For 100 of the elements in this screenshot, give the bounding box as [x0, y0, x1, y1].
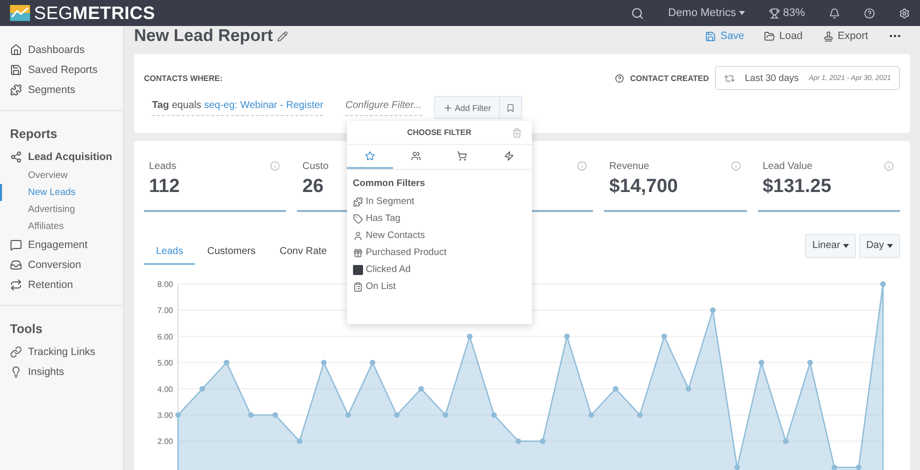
- sidebar-heading: Reports: [9, 126, 58, 143]
- settings-icon[interactable]: [899, 8, 910, 18]
- axis-tick-label: 2.00: [157, 437, 173, 446]
- folder-icon: [764, 30, 776, 42]
- data-point: [832, 464, 838, 470]
- sidebar-item[interactable]: Conversion: [0, 255, 123, 275]
- caret-icon: [887, 244, 893, 248]
- account-menu[interactable]: Demo Metrics: [668, 7, 745, 19]
- data-point: [491, 412, 497, 418]
- data-point: [272, 412, 278, 418]
- data-point: [856, 464, 862, 470]
- sidebar-heading: Tools: [9, 321, 44, 338]
- date-field-label: CONTACT CREATED: [630, 74, 709, 82]
- data-point: [612, 386, 618, 392]
- data-point: [296, 438, 302, 444]
- menu-item[interactable]: Clicked Ad: [346, 261, 532, 278]
- inbox-icon: [10, 259, 22, 271]
- section-label: CONTACTS WHERE:: [144, 74, 224, 82]
- sidebar-item[interactable]: Lead Acquisition: [0, 147, 123, 167]
- data-point: [734, 464, 740, 470]
- data-point: [370, 360, 376, 366]
- tag-icon: [352, 214, 363, 224]
- data-point: [224, 360, 230, 366]
- bell-icon[interactable]: [829, 8, 840, 18]
- data-point: [637, 412, 643, 418]
- toolbar-button[interactable]: Export: [822, 30, 868, 42]
- metric-value: 26: [302, 176, 324, 198]
- menu-item[interactable]: On List: [346, 278, 532, 295]
- sidebar-item[interactable]: Segments: [0, 80, 123, 100]
- filter-condition[interactable]: Tag equals seq-eg: Webinar - Register: [152, 100, 324, 116]
- trash-icon[interactable]: [512, 128, 522, 138]
- score-badge[interactable]: 83%: [768, 7, 805, 19]
- menu-item[interactable]: Purchased Product: [346, 244, 532, 261]
- help-icon[interactable]: [615, 74, 624, 82]
- metric-label: Leads: [149, 161, 176, 172]
- sidebar-item[interactable]: Insights: [0, 362, 123, 382]
- data-point: [564, 334, 570, 340]
- brand-name: SEGMETRICS: [34, 2, 156, 24]
- configure-filter-field[interactable]: Configure Filter...: [345, 100, 422, 116]
- caret-icon: [843, 244, 850, 248]
- metric-label: Custo: [302, 161, 329, 172]
- caret-icon: [738, 11, 745, 15]
- plus-icon: [442, 102, 453, 112]
- menu-item[interactable]: New Contacts: [346, 227, 532, 244]
- info-icon[interactable]: [884, 161, 894, 171]
- data-point: [807, 360, 813, 366]
- data-point: [466, 334, 473, 340]
- data-point: [200, 386, 206, 392]
- data-point: [540, 438, 546, 444]
- stamp-icon: [822, 30, 834, 42]
- sidebar-item[interactable]: Retention: [0, 275, 123, 295]
- puzzle-icon: [10, 84, 22, 96]
- home-icon: [10, 44, 22, 56]
- info-icon[interactable]: [577, 161, 588, 171]
- metric-label: Revenue: [609, 161, 650, 172]
- menu-title: CHOOSE FILTER: [407, 128, 472, 137]
- data-point: [418, 386, 424, 392]
- bookmark-button[interactable]: [500, 96, 522, 119]
- add-filter-button[interactable]: Add Filter: [434, 96, 500, 119]
- sidebar-subitem[interactable]: Advertising: [0, 201, 123, 218]
- sidebar-item[interactable]: Engagement: [0, 235, 123, 255]
- sidebar-item[interactable]: Tracking Links: [0, 342, 123, 362]
- data-point: [758, 360, 764, 366]
- repeat-icon: [724, 72, 735, 84]
- sidebar-item[interactable]: Dashboards: [0, 40, 123, 60]
- bolt-icon: [504, 151, 514, 161]
- data-point: [345, 412, 351, 418]
- bookmark-icon: [506, 102, 516, 112]
- metric-value: $14,700: [609, 176, 678, 198]
- toolbar-button[interactable]: Load: [764, 30, 803, 42]
- dropdown-button[interactable]: Linear: [805, 234, 856, 258]
- search-icon[interactable]: [631, 6, 644, 20]
- gift-icon: [352, 248, 363, 258]
- share-icon: [10, 151, 22, 163]
- data-point: [442, 412, 448, 418]
- axis-tick-label: 3.00: [157, 411, 173, 420]
- data-point: [516, 438, 522, 444]
- sidebar-subitem[interactable]: Affiliates: [0, 218, 123, 235]
- data-point: [661, 334, 667, 340]
- page-title: New Lead Report: [134, 26, 273, 46]
- menu-item[interactable]: Has Tag: [346, 210, 532, 227]
- dropdown-button[interactable]: Day: [859, 234, 900, 258]
- sidebar-subitem[interactable]: Overview: [0, 167, 123, 184]
- save-icon: [705, 30, 716, 42]
- chart-tab[interactable]: Conv Rate: [268, 240, 339, 265]
- pencil-icon[interactable]: [276, 30, 288, 42]
- menu-item[interactable]: In Segment: [346, 193, 532, 210]
- info-icon[interactable]: [270, 161, 280, 171]
- chart-tab[interactable]: Customers: [195, 240, 268, 265]
- sidebar-item[interactable]: Saved Reports: [0, 60, 123, 80]
- save-icon: [10, 64, 22, 76]
- info-icon[interactable]: [730, 161, 741, 171]
- data-point: [175, 412, 181, 418]
- puzzle-icon: [352, 196, 363, 206]
- chart-tab[interactable]: Leads: [144, 240, 196, 265]
- link-icon: [10, 346, 22, 358]
- logo-icon: [10, 5, 30, 21]
- users-icon: [411, 151, 422, 161]
- axis-tick-label: 5.00: [157, 358, 173, 368]
- data-point: [321, 360, 327, 366]
